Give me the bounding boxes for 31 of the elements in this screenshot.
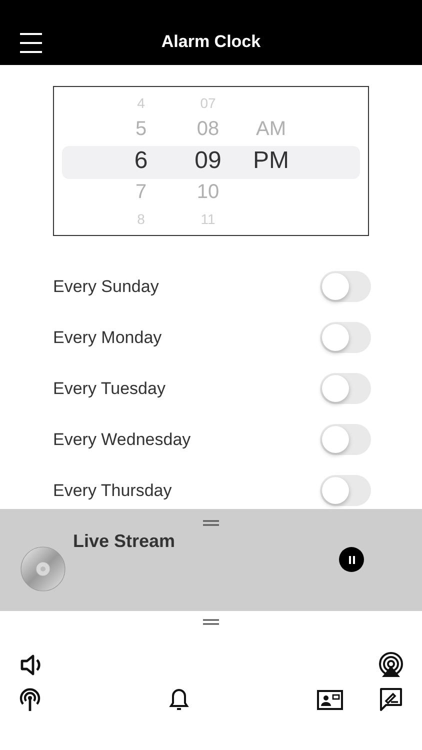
day-label: Every Thursday [53, 480, 172, 500]
disc-icon [20, 546, 66, 592]
pause-icon [346, 554, 356, 564]
stream-title: Live Stream [73, 531, 176, 552]
day-label: Every Monday [53, 328, 162, 348]
bell-icon[interactable] [169, 688, 190, 712]
hour-value[interactable]: 7 [135, 177, 147, 208]
day-label: Every Sunday [53, 276, 159, 296]
hour-value[interactable]: 5 [135, 114, 147, 145]
hour-value[interactable]: 6 [134, 145, 148, 177]
period-value[interactable]: AM [256, 114, 286, 145]
minute-value[interactable]: 10 [196, 177, 220, 208]
edit-message-icon[interactable] [380, 688, 402, 712]
pause-button[interactable] [339, 547, 364, 572]
minute-value[interactable]: 08 [196, 114, 220, 145]
toggle-switch[interactable] [320, 322, 371, 353]
toggle-switch[interactable] [320, 271, 371, 302]
toggle-switch[interactable] [320, 424, 371, 455]
day-label: Every Wednesday [53, 430, 191, 450]
broadcast-icon[interactable] [378, 652, 404, 678]
minute-value[interactable]: 09 [194, 145, 222, 177]
period-value[interactable]: PM [253, 145, 289, 177]
toggle-switch[interactable] [320, 475, 371, 506]
day-label: Every Tuesday [53, 378, 166, 398]
drag-handle-icon[interactable] [203, 520, 219, 526]
antenna-icon[interactable] [18, 688, 42, 712]
contact-card-icon[interactable] [316, 690, 343, 710]
drag-handle-icon[interactable] [203, 619, 219, 625]
toggle-switch[interactable] [320, 373, 371, 404]
menu-icon[interactable] [20, 33, 42, 53]
screen-title: Alarm Clock [161, 32, 261, 52]
